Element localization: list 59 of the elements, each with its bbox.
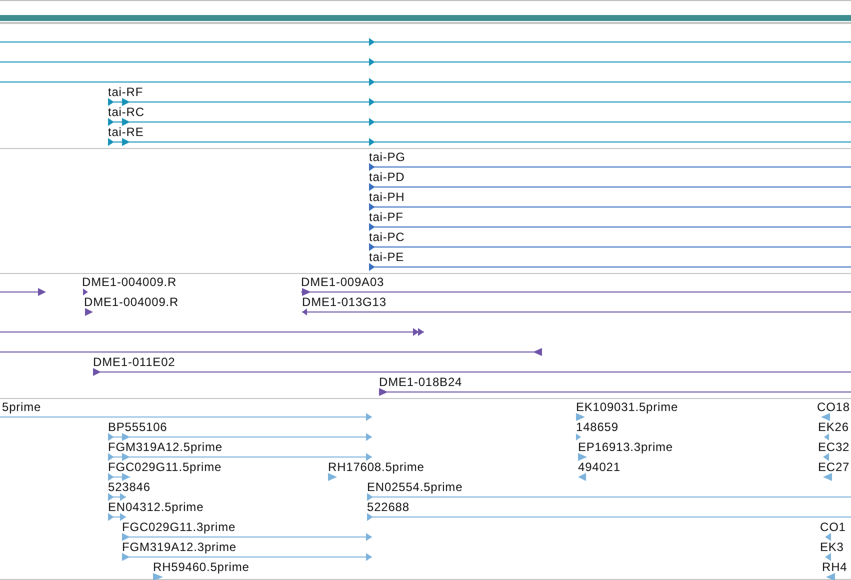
feature-glyph[interactable] — [108, 118, 851, 126]
feature-label: tai-RE — [108, 125, 144, 139]
feature-glyph[interactable] — [369, 203, 851, 211]
feature-label: 148659 — [576, 420, 618, 434]
feature-label: EC27 — [818, 460, 850, 474]
feature-label: tai-PE — [369, 250, 404, 264]
feature-label: EC32 — [818, 440, 850, 454]
feature-label: DME1-018B24 — [379, 375, 462, 389]
feature-label: DME1-009A03 — [301, 275, 384, 289]
feature-label: DME1-004009.R — [82, 275, 177, 289]
feature-glyph[interactable] — [379, 388, 851, 396]
feature-glyph[interactable] — [0, 288, 46, 296]
feature-label: tai-PH — [369, 190, 405, 204]
feature-label: tai-PF — [369, 210, 404, 224]
feature-label: CO1 — [820, 520, 846, 534]
feature-glyph[interactable] — [83, 288, 88, 296]
feature-glyph[interactable] — [369, 263, 851, 271]
feature-label: FGC029G11.5prime — [108, 460, 222, 474]
feature-glyph[interactable] — [369, 183, 851, 191]
feature-label: RH4 — [822, 560, 848, 574]
feature-label: tai-PD — [369, 170, 405, 184]
feature-glyph[interactable] — [0, 78, 851, 86]
feature-glyph[interactable] — [0, 58, 851, 66]
feature-label: FGM319A12.5prime — [108, 440, 222, 454]
feature-glyph[interactable] — [93, 368, 851, 376]
feature-label: tai-PG — [369, 150, 406, 164]
feature-glyph[interactable] — [369, 243, 851, 251]
feature-label: EN04312.5prime — [108, 500, 204, 514]
feature-label: EK3 — [820, 540, 844, 554]
feature-glyph[interactable] — [301, 288, 851, 296]
feature-label: FGM319A12.3prime — [122, 540, 236, 554]
feature-label: 494021 — [578, 460, 620, 474]
feature-glyph[interactable] — [0, 38, 851, 46]
feature-label: 523846 — [108, 480, 150, 494]
feature-glyph[interactable] — [108, 138, 851, 146]
feature-label: RH59460.5prime — [153, 560, 250, 574]
feature-label: CO18 — [817, 400, 850, 414]
feature-glyph[interactable] — [0, 348, 542, 356]
feature-label: FGC029G11.3prime — [122, 520, 236, 534]
feature-label: EK26 — [818, 420, 849, 434]
feature-label: DME1-004009.R — [84, 295, 179, 309]
feature-glyph[interactable] — [369, 163, 851, 171]
feature-label: 522688 — [367, 500, 410, 514]
feature-glyph[interactable] — [108, 98, 851, 106]
feature-label: EN02554.5prime — [367, 480, 463, 494]
feature-glyph[interactable] — [0, 328, 424, 336]
feature-label: tai-RC — [108, 105, 144, 119]
feature-label: tai-PC — [369, 230, 405, 244]
feature-label: tai-RF — [108, 85, 144, 99]
feature-glyph[interactable] — [369, 223, 851, 231]
feature-label: RH17608.5prime — [328, 460, 424, 474]
feature-label: DME1-011E02 — [93, 355, 176, 369]
feature-label: EK109031.5prime — [576, 400, 678, 414]
feature-label: DME1-013G13 — [302, 295, 386, 309]
feature-label: 5prime — [2, 400, 42, 414]
feature-label: BP555106 — [108, 420, 168, 434]
feature-glyph[interactable] — [302, 308, 851, 316]
feature-label: EP16913.3prime — [578, 440, 673, 454]
feature-glyph[interactable] — [85, 308, 93, 316]
